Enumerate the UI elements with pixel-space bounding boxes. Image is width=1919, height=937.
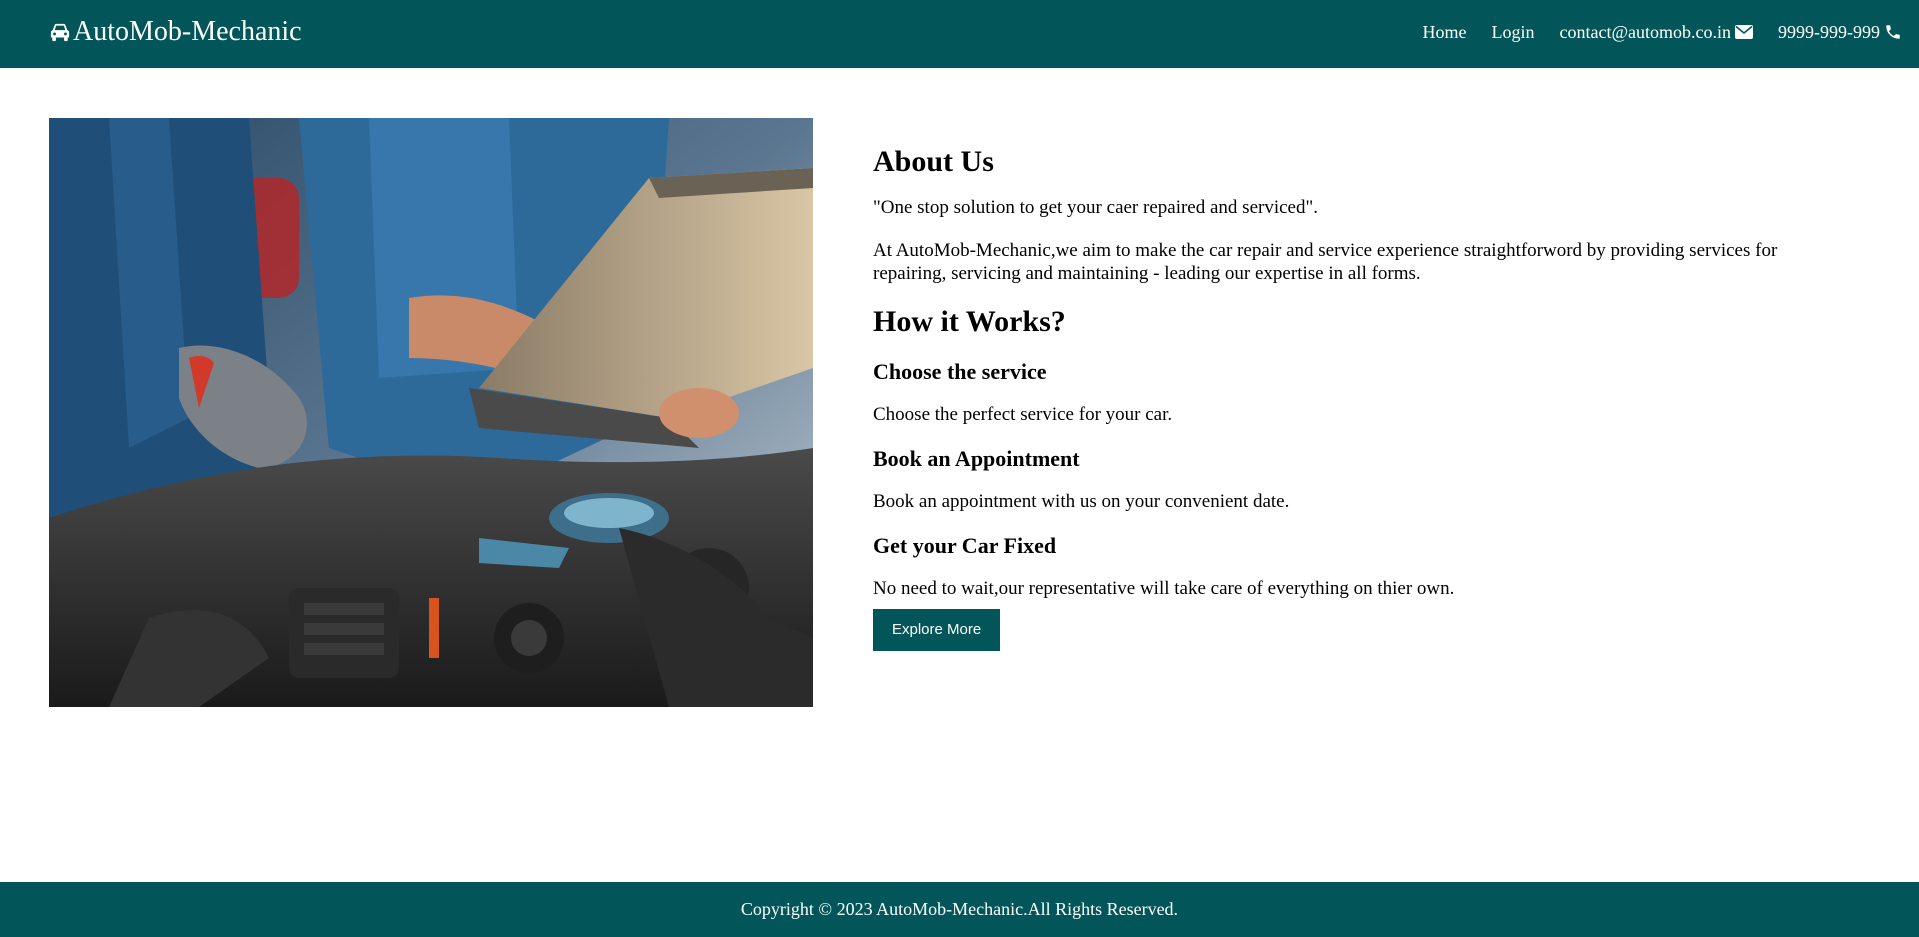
nav-home-link[interactable]: Home (1422, 19, 1466, 45)
brand-link[interactable]: AutoMob-Mechanic (49, 14, 302, 50)
nav-email-label: contact@automob.co.in (1559, 22, 1731, 42)
nav-phone-link[interactable]: 9999-999-999 (1778, 19, 1902, 45)
nav-phone-label: 9999-999-999 (1778, 22, 1880, 42)
about-title: About Us (873, 145, 994, 178)
step-text: No need to wait,our representative will … (873, 578, 1455, 599)
nav-login-link[interactable]: Login (1491, 19, 1534, 45)
nav-home-label: Home (1422, 22, 1467, 42)
how-it-works-title: How it Works? (873, 305, 1066, 338)
about-description: At AutoMob-Mechanic,we aim to make the c… (873, 240, 1778, 284)
brand-name: AutoMob-Mechanic (73, 16, 302, 47)
explore-more-button[interactable]: Explore More (873, 609, 1001, 651)
navbar: AutoMob-Mechanic Home Login contact@auto… (0, 0, 1919, 68)
step-title: Get your Car Fixed (873, 533, 1057, 558)
step-title: Book an Appointment (873, 446, 1080, 471)
car-icon (50, 23, 70, 42)
mechanic-illustration (49, 118, 813, 707)
nav-login-label: Login (1491, 22, 1535, 42)
nav-email-link[interactable]: contact@automob.co.in (1559, 19, 1753, 45)
footer-copyright: Copyright © 2023 AutoMob-Mechanic.All Ri… (740, 899, 1179, 919)
nav-links: Home Login contact@automob.co.in 9999-99… (1397, 19, 1902, 45)
hero-image (49, 118, 813, 707)
step-text: Choose the perfect service for your car. (873, 404, 1173, 425)
phone-icon (1886, 25, 1900, 39)
about-tagline: "One stop solution to get your caer repa… (873, 197, 1318, 218)
step-title: Choose the service (873, 359, 1047, 384)
step-text: Book an appointment with us on your conv… (873, 491, 1290, 512)
content-section: About Us "One stop solution to get your … (873, 144, 1808, 651)
footer: Copyright © 2023 AutoMob-Mechanic.All Ri… (0, 882, 1919, 937)
envelope-icon (1735, 25, 1753, 39)
